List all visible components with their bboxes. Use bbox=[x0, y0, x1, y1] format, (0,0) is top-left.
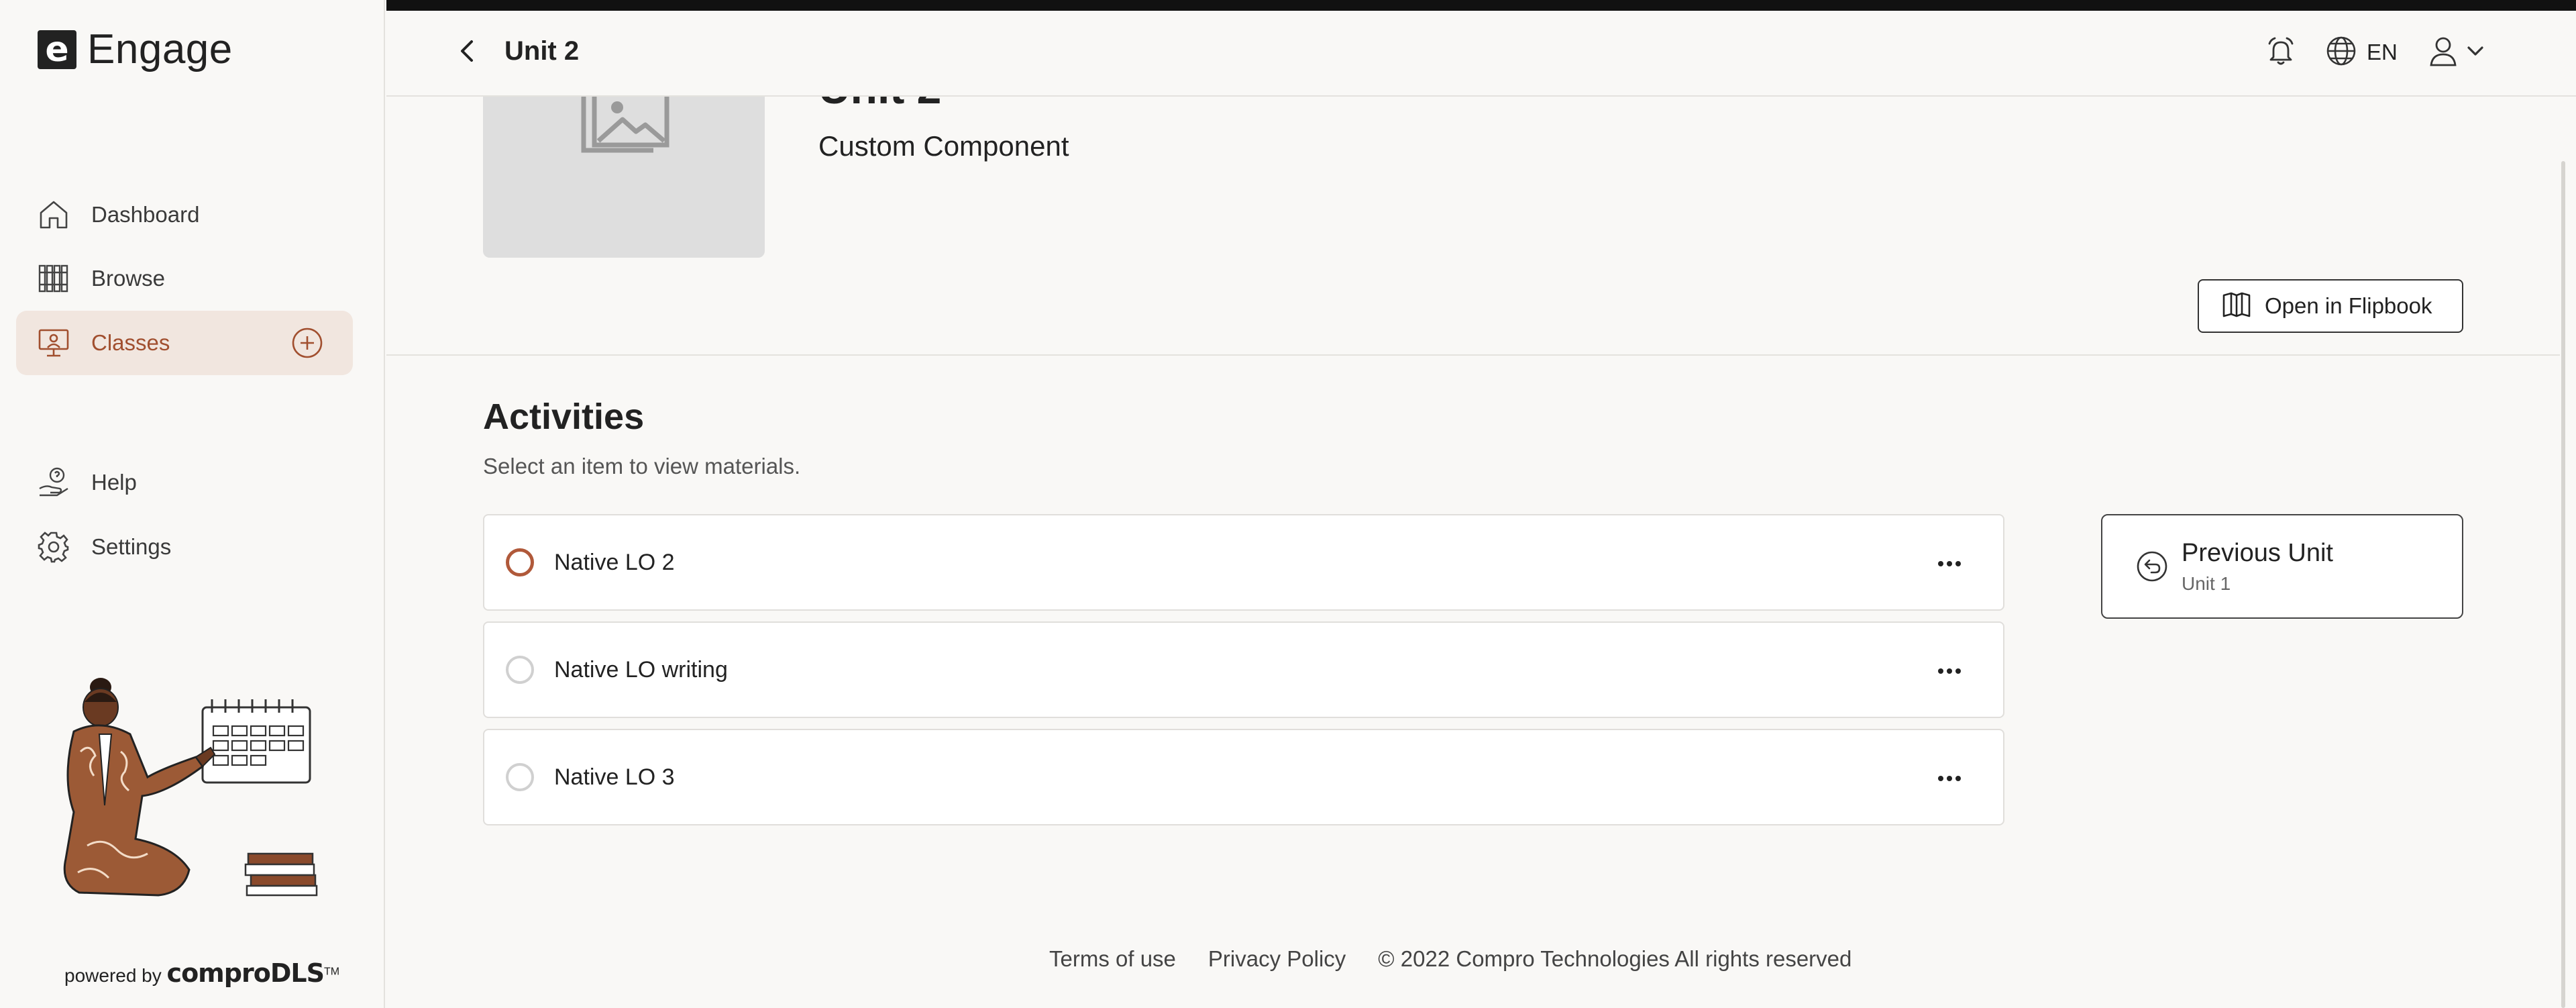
user-icon bbox=[2428, 36, 2458, 70]
classroom-icon bbox=[36, 325, 71, 360]
activity-label: Native LO writing bbox=[554, 656, 728, 683]
open-flipbook-button[interactable]: Open in Flipbook bbox=[2198, 279, 2463, 333]
sidebar-item-label: Classes bbox=[91, 330, 170, 355]
brand-name: Engage bbox=[87, 26, 233, 72]
sidebar-item-settings[interactable]: Settings bbox=[16, 515, 353, 579]
language-selector[interactable]: EN bbox=[2325, 32, 2398, 72]
powered-by-brand: comproDLS bbox=[166, 958, 325, 988]
help-person-icon bbox=[36, 465, 71, 500]
app-root: e Engage Dashboard Browse Classes Help S… bbox=[0, 0, 2576, 1008]
language-code: EN bbox=[2367, 40, 2398, 64]
teacher-illustration bbox=[47, 678, 329, 919]
activity-item[interactable]: Native LO writing bbox=[483, 621, 2004, 718]
ellipsis-icon bbox=[1938, 776, 1961, 781]
gear-icon bbox=[36, 530, 71, 564]
previous-unit-text: Previous Unit Unit 1 bbox=[2182, 539, 2333, 595]
top-strip bbox=[386, 0, 2576, 11]
brand-mark: e bbox=[38, 30, 76, 69]
unit-subtitle: Custom Component bbox=[818, 130, 1069, 162]
previous-unit-button[interactable]: Previous Unit Unit 1 bbox=[2101, 514, 2463, 619]
top-bar: Unit 2 EN bbox=[386, 11, 2576, 97]
ellipsis-icon bbox=[1938, 561, 1961, 566]
globe-icon bbox=[2325, 35, 2357, 70]
sidebar: e Engage Dashboard Browse Classes Help S… bbox=[0, 0, 385, 1008]
footer: Terms of use Privacy Policy © 2022 Compr… bbox=[1049, 946, 1851, 972]
ellipsis-icon bbox=[1938, 668, 1961, 674]
page-scrollbar[interactable] bbox=[2561, 161, 2565, 1008]
activity-status-indicator bbox=[506, 763, 534, 791]
powered-by: powered by comproDLSTM bbox=[64, 958, 339, 988]
user-menu-button[interactable] bbox=[2428, 32, 2485, 72]
undo-circle-icon bbox=[2135, 549, 2169, 584]
sidebar-item-label: Dashboard bbox=[91, 202, 200, 227]
chevron-down-icon bbox=[2466, 44, 2485, 61]
powered-by-prefix: powered by bbox=[64, 965, 162, 986]
home-icon bbox=[36, 197, 71, 232]
sidebar-item-dashboard[interactable]: Dashboard bbox=[16, 183, 353, 247]
previous-unit-subtitle: Unit 1 bbox=[2182, 572, 2231, 594]
privacy-link[interactable]: Privacy Policy bbox=[1208, 946, 1346, 972]
sidebar-item-help[interactable]: Help bbox=[16, 450, 353, 515]
sidebar-item-label: Settings bbox=[91, 534, 172, 559]
activity-item[interactable]: Native LO 2 bbox=[483, 514, 2004, 611]
previous-unit-title: Previous Unit bbox=[2182, 538, 2333, 567]
open-flipbook-label: Open in Flipbook bbox=[2265, 293, 2432, 318]
alarm-bell-icon bbox=[2265, 36, 2296, 70]
section-divider bbox=[386, 354, 2560, 356]
terms-link[interactable]: Terms of use bbox=[1049, 946, 1176, 972]
notifications-button[interactable] bbox=[2261, 32, 2301, 72]
activity-item[interactable]: Native LO 3 bbox=[483, 729, 2004, 825]
more-options-button[interactable] bbox=[1929, 651, 1970, 691]
sidebar-item-label: Browse bbox=[91, 266, 166, 291]
book-map-icon bbox=[2222, 291, 2251, 321]
add-class-button[interactable] bbox=[291, 327, 323, 359]
activity-label: Native LO 2 bbox=[554, 549, 675, 575]
library-icon bbox=[36, 261, 71, 296]
chevron-left-icon bbox=[457, 38, 477, 68]
sidebar-item-browse[interactable]: Browse bbox=[16, 246, 353, 311]
activity-status-indicator bbox=[506, 548, 534, 576]
more-options-button[interactable] bbox=[1929, 758, 1970, 799]
activities-subtitle: Select an item to view materials. bbox=[483, 454, 801, 478]
brand-logo[interactable]: e Engage bbox=[38, 26, 233, 73]
activity-status-indicator bbox=[506, 656, 534, 684]
trademark-mark: TM bbox=[323, 966, 340, 978]
more-options-button[interactable] bbox=[1929, 544, 1970, 584]
activities-title: Activities bbox=[483, 397, 645, 437]
back-button[interactable] bbox=[447, 32, 487, 72]
page-title: Unit 2 bbox=[504, 36, 580, 66]
sidebar-item-label: Help bbox=[91, 470, 137, 495]
copyright-text: © 2022 Compro Technologies All rights re… bbox=[1378, 946, 1852, 971]
activity-label: Native LO 3 bbox=[554, 764, 675, 790]
sidebar-item-classes[interactable]: Classes bbox=[16, 311, 353, 375]
